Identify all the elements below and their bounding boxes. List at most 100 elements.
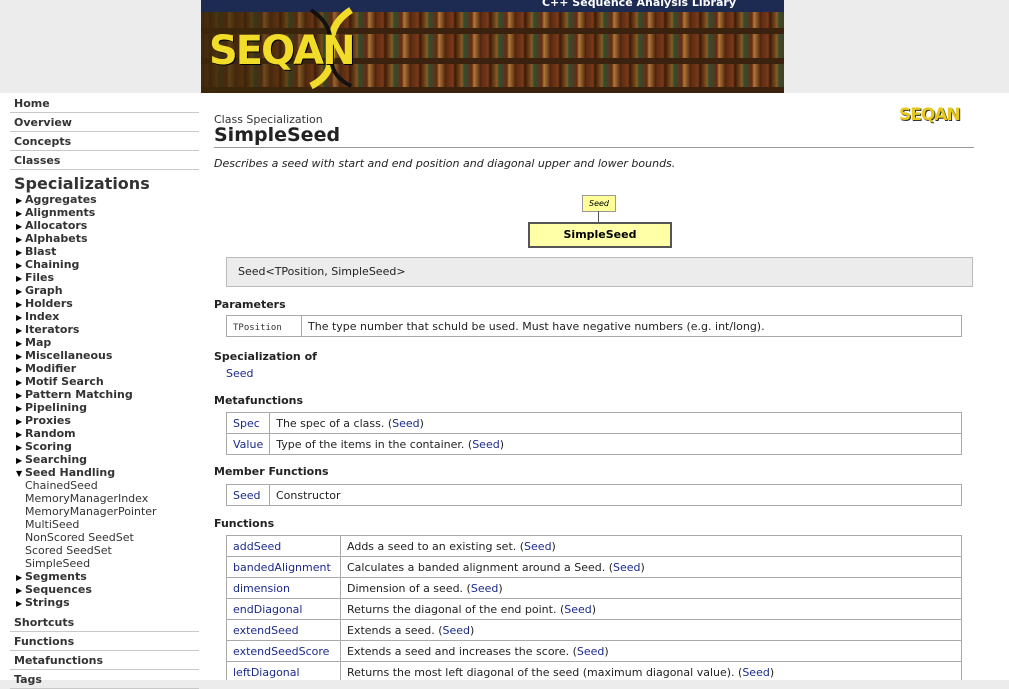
sidebar-item-memorymanagerpointer[interactable]: MemoryManagerPointer — [16, 505, 201, 518]
function-link[interactable]: Spec — [233, 417, 260, 430]
category-alignments[interactable]: ▶ Alignments — [16, 206, 201, 219]
table-row: bandedAlignment Calculates a banded align… — [226, 556, 962, 578]
ref-link[interactable]: Seed — [613, 561, 641, 574]
header-banner: C++ Sequence Analysis Library SEQAN — [201, 0, 784, 93]
nav-shortcuts[interactable]: Shortcuts — [10, 613, 199, 632]
diagram-child-box: SimpleSeed — [528, 222, 672, 248]
table-row: dimension Dimension of a seed. (Seed) — [226, 577, 962, 599]
nav-concepts[interactable]: Concepts — [10, 132, 199, 151]
sidebar-item-scored-seedset[interactable]: Scored SeedSet — [16, 544, 201, 557]
page-title: SimpleSeed — [214, 124, 341, 146]
category-label: Holders — [25, 297, 73, 310]
function-name[interactable]: Value — [225, 433, 271, 455]
category-iterators[interactable]: ▶ Iterators — [16, 323, 201, 336]
parameters-table: TPosition The type number that schuld be… — [226, 315, 962, 337]
nav-overview[interactable]: Overview — [10, 113, 199, 132]
function-link[interactable]: addSeed — [233, 540, 281, 553]
category-label: Motif Search — [25, 375, 104, 388]
spec-of-heading: Specialization of — [214, 350, 317, 363]
category-scoring[interactable]: ▶ Scoring — [16, 440, 201, 453]
triangle-down-icon: ▼ — [16, 469, 23, 478]
category-chaining[interactable]: ▶ Chaining — [16, 258, 201, 271]
function-name[interactable]: addSeed — [226, 535, 341, 557]
function-link[interactable]: Value — [233, 438, 263, 451]
function-name[interactable]: endDiagonal — [226, 598, 341, 620]
category-sequences[interactable]: ▶ Sequences — [16, 583, 201, 596]
category-aggregates[interactable]: ▶ Aggregates — [16, 193, 201, 206]
metafunctions-heading: Metafunctions — [214, 394, 304, 407]
category-searching[interactable]: ▶ Searching — [16, 453, 201, 466]
ref-link[interactable]: Seed — [742, 666, 770, 679]
ref-link[interactable]: Seed — [564, 603, 592, 616]
sidebar-item-simpleseed[interactable]: SimpleSeed — [16, 557, 201, 570]
nav-specializations-title[interactable]: Specializations — [0, 170, 201, 193]
table-row: leftDiagonal Returns the most left diagon… — [226, 661, 962, 680]
function-desc: Type of the items in the container. (See… — [269, 433, 962, 455]
diagram-parent-box[interactable]: Seed — [582, 195, 616, 212]
ref-link[interactable]: Seed — [392, 417, 420, 430]
category-index[interactable]: ▶ Index — [16, 310, 201, 323]
function-name[interactable]: Spec — [225, 412, 271, 434]
function-desc: Dimension of a seed. (Seed) — [340, 577, 962, 599]
category-alphabets[interactable]: ▶ Alphabets — [16, 232, 201, 245]
banner-tagline: C++ Sequence Analysis Library — [201, 0, 784, 12]
function-desc: Adds a seed to an existing set. (Seed) — [340, 535, 962, 557]
function-link[interactable]: leftDiagonal — [233, 666, 300, 679]
class-signature: Seed<TPosition, SimpleSeed> — [226, 257, 973, 287]
table-row: extendSeedScore Extends a seed and increa… — [226, 640, 962, 662]
member-name[interactable]: Seed — [226, 484, 270, 506]
nav-functions[interactable]: Functions — [10, 632, 199, 651]
function-link[interactable]: dimension — [233, 582, 290, 595]
function-name[interactable]: bandedAlignment — [226, 556, 341, 578]
param-name: TPosition — [226, 315, 302, 337]
category-holders[interactable]: ▶ Holders — [16, 297, 201, 310]
function-name[interactable]: extendSeed — [226, 619, 341, 641]
category-label: Scoring — [25, 440, 72, 453]
category-allocators[interactable]: ▶ Allocators — [16, 219, 201, 232]
ref-link[interactable]: Seed — [577, 645, 605, 658]
nav-home[interactable]: Home — [10, 93, 199, 113]
table-row: TPosition The type number that schuld be… — [226, 315, 962, 337]
ref-link[interactable]: Seed — [443, 624, 471, 637]
function-link[interactable]: endDiagonal — [233, 603, 302, 616]
function-link[interactable]: bandedAlignment — [233, 561, 331, 574]
category-segments[interactable]: ▶ Segments — [16, 570, 201, 583]
specializations-list: ▶ Aggregates ▶ Alignments ▶ Allocators ▶ Alphab… — [0, 193, 201, 466]
spec-of-link[interactable]: Seed — [226, 367, 254, 380]
sidebar-item-multiseed[interactable]: MultiSeed — [16, 518, 201, 531]
category-miscellaneous[interactable]: ▶ Miscellaneous — [16, 349, 201, 362]
seqan-mini-logo: SEQAN — [899, 105, 961, 125]
category-proxies[interactable]: ▶ Proxies — [16, 414, 201, 427]
category-modifier[interactable]: ▶ Modifier — [16, 362, 201, 375]
function-name[interactable]: extendSeedScore — [226, 640, 341, 662]
member-functions-heading: Member Functions — [214, 465, 329, 478]
diagram-connector — [598, 211, 599, 222]
category-label: Sequences — [25, 583, 92, 596]
function-name[interactable]: dimension — [226, 577, 341, 599]
ref-link[interactable]: Seed — [524, 540, 552, 553]
category-seed-handling[interactable]: ▼ Seed Handling — [16, 466, 201, 479]
nav-classes[interactable]: Classes — [10, 151, 199, 170]
category-motif-search[interactable]: ▶ Motif Search — [16, 375, 201, 388]
ref-link[interactable]: Seed — [472, 438, 500, 451]
category-graph[interactable]: ▶ Graph — [16, 284, 201, 297]
category-strings[interactable]: ▶ Strings — [16, 596, 201, 609]
nav-metafunctions[interactable]: Metafunctions — [10, 651, 199, 670]
param-desc: The type number that schuld be used. Mus… — [301, 315, 962, 337]
function-name[interactable]: leftDiagonal — [226, 661, 341, 680]
member-functions-table: Seed Constructor — [226, 484, 962, 506]
category-pattern-matching[interactable]: ▶ Pattern Matching — [16, 388, 201, 401]
function-link[interactable]: extendSeed — [233, 624, 299, 637]
function-link[interactable]: extendSeedScore — [233, 645, 329, 658]
category-map[interactable]: ▶ Map — [16, 336, 201, 349]
category-label: Map — [25, 336, 52, 349]
ref-link[interactable]: Seed — [471, 582, 499, 595]
sidebar-item-memorymanagerindex[interactable]: MemoryManagerIndex — [16, 492, 201, 505]
category-pipelining[interactable]: ▶ Pipelining — [16, 401, 201, 414]
category-random[interactable]: ▶ Random — [16, 427, 201, 440]
category-blast[interactable]: ▶ Blast — [16, 245, 201, 258]
seqan-logo[interactable]: SEQAN — [209, 28, 356, 74]
sidebar-item-chainedseed[interactable]: ChainedSeed — [16, 479, 201, 492]
sidebar-item-nonscored-seedset[interactable]: NonScored SeedSet — [16, 531, 201, 544]
category-files[interactable]: ▶ Files — [16, 271, 201, 284]
